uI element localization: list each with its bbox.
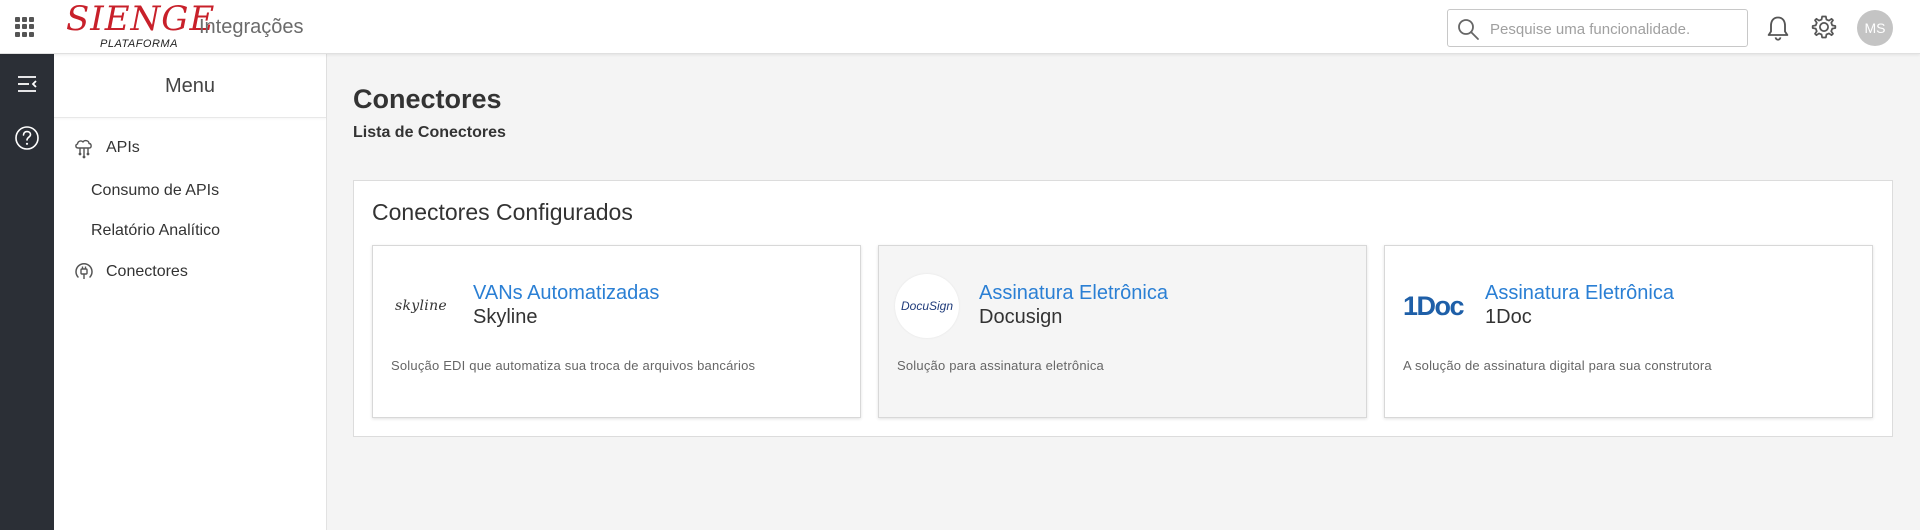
top-bar: SIENGE PLATAFORMA Integrações MS	[0, 0, 1920, 54]
connector-provider: Docusign	[979, 306, 1063, 328]
cloud-network-icon	[75, 139, 92, 159]
docusign-logo-circle: DocuSign	[895, 274, 959, 338]
connector-description: Solução EDI que automatiza sua troca de …	[391, 358, 756, 373]
left-rail	[0, 54, 54, 530]
sidebar-item-label: APIs	[106, 139, 140, 156]
help-icon[interactable]	[13, 124, 41, 152]
main-content: Conectores Lista de Conectores Conectore…	[327, 54, 1920, 530]
sidebar-item-apis[interactable]: APIs	[54, 131, 327, 165]
docusign-logo-text: DocuSign	[900, 299, 954, 313]
connector-name[interactable]: Assinatura Eletrônica	[1485, 282, 1674, 305]
avatar[interactable]: MS	[1857, 10, 1893, 46]
logo-subtext: PLATAFORMA	[100, 38, 178, 50]
connector-description: A solução de assinatura digital para sua…	[1403, 358, 1712, 373]
connector-name[interactable]: VANs Automatizadas	[473, 282, 659, 305]
search-input[interactable]	[1490, 18, 1740, 40]
menu-collapse-icon[interactable]	[15, 72, 39, 96]
app-title: Integrações	[199, 16, 304, 38]
connector-provider: Skyline	[473, 306, 538, 328]
1doc-logo-text: 1Doc	[1402, 290, 1465, 321]
sidebar-item-label: Conectores	[106, 263, 188, 280]
sienge-logo[interactable]: SIENGE PLATAFORMA	[66, 0, 214, 52]
plug-icon	[75, 262, 93, 279]
connector-name[interactable]: Assinatura Eletrônica	[979, 282, 1168, 305]
bell-icon[interactable]	[1764, 14, 1792, 42]
connector-description: Solução para assinatura eletrônica	[897, 358, 1104, 373]
logo-text: SIENGE	[66, 0, 216, 39]
sidebar-item-relatorio-analitico[interactable]: Relatório Analítico	[54, 215, 327, 247]
sidebar-item-conectores[interactable]: Conectores	[54, 255, 327, 289]
connector-card-skyline[interactable]: skyline VANs Automatizadas Skyline Soluç…	[372, 245, 861, 418]
connector-provider: 1Doc	[1485, 306, 1532, 328]
skyline-logo-text: skyline	[395, 298, 447, 314]
skyline-logo: skyline	[389, 274, 453, 338]
gear-icon[interactable]	[1810, 13, 1838, 41]
panel-title: Conectores Configurados	[372, 199, 633, 225]
apps-grid-icon[interactable]	[15, 17, 35, 37]
connector-card-1doc[interactable]: 1Doc Assinatura Eletrônica 1Doc A soluçã…	[1384, 245, 1873, 418]
page-subtitle: Lista de Conectores	[353, 124, 506, 141]
1doc-logo: 1Doc	[1401, 274, 1465, 338]
sidebar-item-consumo-de-apis[interactable]: Consumo de APIs	[54, 175, 327, 207]
connector-card-docusign[interactable]: DocuSign Assinatura Eletrônica Docusign …	[878, 245, 1367, 418]
search-icon	[1458, 19, 1479, 40]
page-title: Conectores	[353, 84, 502, 114]
sidebar-title: Menu	[54, 54, 326, 118]
sidebar-menu: Menu APIs Consumo de APIs Relatório Anal…	[54, 54, 327, 530]
configured-connectors-panel: Conectores Configurados skyline VANs Aut…	[353, 180, 1893, 437]
search-box[interactable]	[1447, 9, 1748, 47]
docusign-logo: DocuSign	[895, 274, 959, 338]
